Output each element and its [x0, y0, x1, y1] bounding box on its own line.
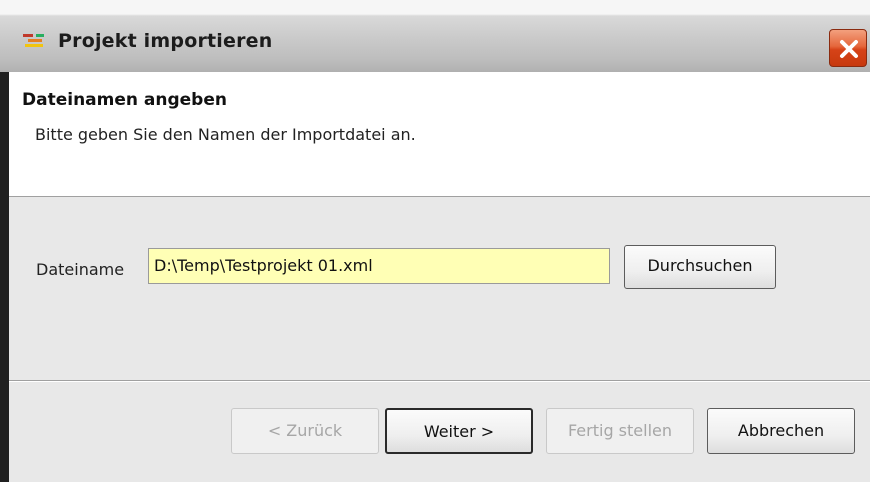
close-icon — [840, 40, 858, 58]
footer-divider-light — [0, 381, 870, 382]
next-button[interactable]: Weiter > — [385, 408, 533, 454]
cancel-button[interactable]: Abbrechen — [707, 408, 855, 454]
back-button[interactable]: < Zurück — [231, 408, 379, 454]
page-heading: Dateinamen angeben — [22, 90, 227, 110]
window-left-border — [0, 72, 9, 482]
header-divider — [0, 196, 870, 197]
import-project-icon — [23, 34, 44, 47]
browse-button[interactable]: Durchsuchen — [624, 245, 776, 289]
title-bar[interactable]: Projekt importieren — [0, 0, 870, 72]
page-description: Bitte geben Sie den Namen der Importdate… — [35, 125, 416, 144]
import-dialog: Projekt importieren Dateinamen angeben B… — [0, 0, 870, 482]
window-title: Projekt importieren — [58, 30, 273, 52]
finish-button[interactable]: Fertig stellen — [546, 408, 694, 454]
filename-input[interactable]: D:\Temp\Testprojekt 01.xml — [148, 248, 610, 284]
close-button[interactable] — [829, 29, 867, 67]
filename-label: Dateiname — [36, 260, 125, 279]
